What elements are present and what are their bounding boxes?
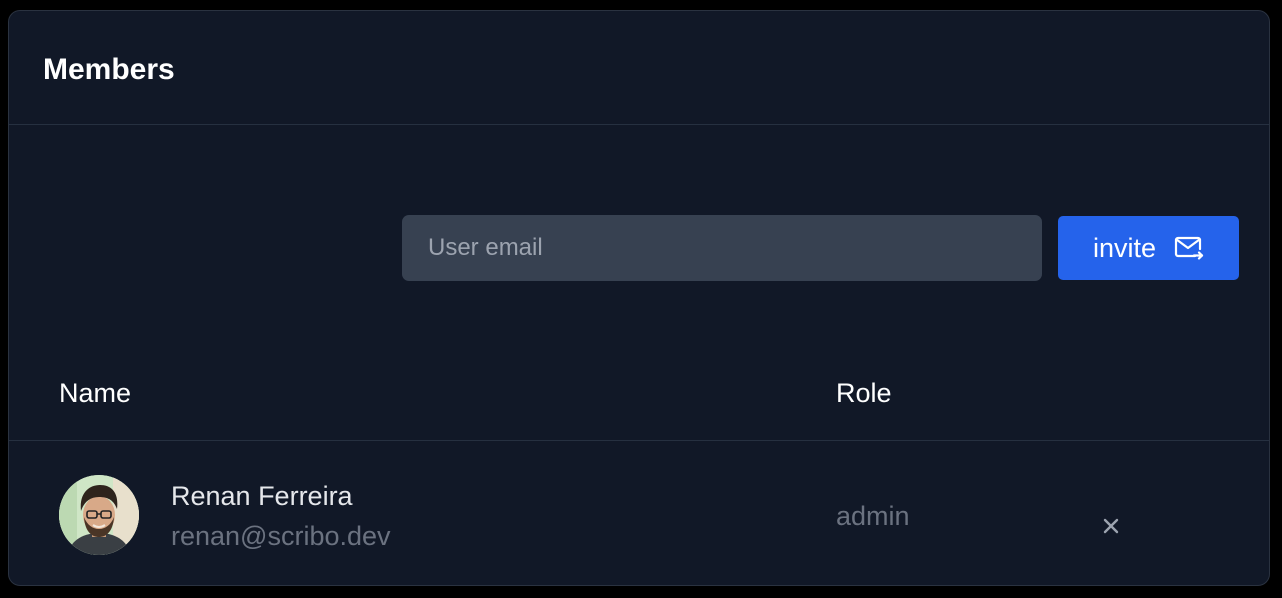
- member-name: Renan Ferreira: [171, 481, 353, 511]
- mail-send-icon: [1174, 235, 1204, 261]
- member-role: admin: [836, 501, 910, 531]
- invite-button[interactable]: invite: [1058, 216, 1239, 280]
- members-card: Members invite Name Role: [8, 10, 1270, 586]
- table-row: Renan Ferreira renan@scribo.dev admin: [9, 442, 1269, 585]
- column-header-role: Role: [836, 378, 892, 408]
- avatar: [59, 475, 139, 555]
- user-email-input[interactable]: [402, 215, 1042, 281]
- table-header: Name Role: [9, 351, 1269, 441]
- page-title: Members: [43, 53, 175, 86]
- close-icon: [1103, 518, 1119, 534]
- invite-form: invite: [402, 215, 1239, 281]
- column-header-name: Name: [59, 378, 132, 408]
- member-email: renan@scribo.dev: [171, 521, 391, 551]
- card-header: Members: [9, 11, 1269, 125]
- remove-member-button[interactable]: [1098, 513, 1124, 539]
- invite-button-label: invite: [1092, 232, 1157, 263]
